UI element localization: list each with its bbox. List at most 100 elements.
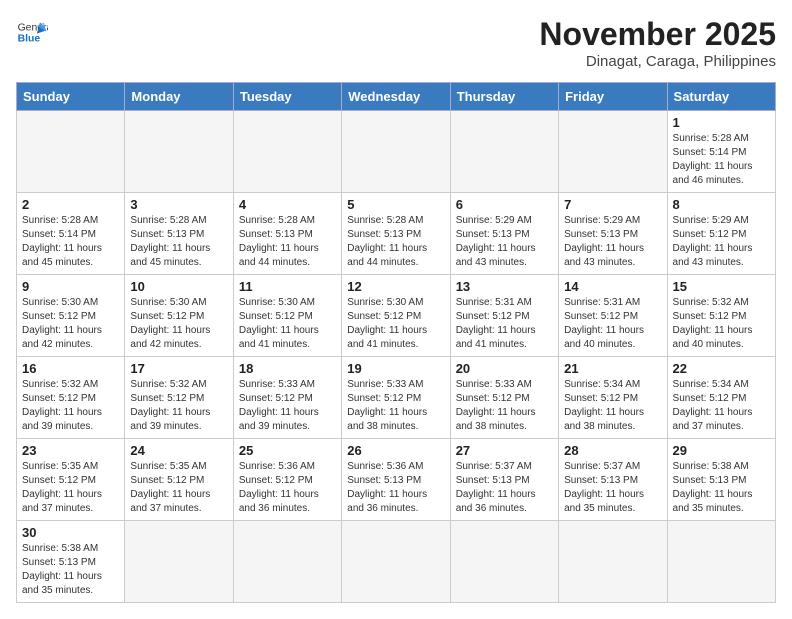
weekday-header-saturday: Saturday bbox=[667, 83, 775, 111]
day-number: 30 bbox=[22, 525, 119, 540]
day-info: Sunrise: 5:31 AM Sunset: 5:12 PM Dayligh… bbox=[456, 296, 553, 352]
calendar-cell: 6 Sunrise: 5:29 AM Sunset: 5:13 PM Daylig… bbox=[450, 193, 558, 275]
calendar-cell: 13 Sunrise: 5:31 AM Sunset: 5:12 PM Dayli… bbox=[450, 275, 558, 357]
day-info: Sunrise: 5:31 AM Sunset: 5:12 PM Dayligh… bbox=[564, 296, 661, 352]
day-info: Sunrise: 5:30 AM Sunset: 5:12 PM Dayligh… bbox=[22, 296, 119, 352]
day-number: 16 bbox=[22, 361, 119, 376]
calendar-cell: 28Sunrise: 5:37 AM Sunset: 5:13 PM Dayli… bbox=[559, 439, 667, 521]
day-info: Sunrise: 5:37 AM Sunset: 5:13 PM Dayligh… bbox=[456, 460, 553, 516]
calendar-cell: 23Sunrise: 5:35 AM Sunset: 5:12 PM Dayli… bbox=[17, 439, 125, 521]
day-info: Sunrise: 5:35 AM Sunset: 5:12 PM Dayligh… bbox=[130, 460, 227, 516]
day-number: 13 bbox=[456, 279, 553, 294]
day-info: Sunrise: 5:38 AM Sunset: 5:13 PM Dayligh… bbox=[673, 460, 770, 516]
day-number: 15 bbox=[673, 279, 770, 294]
calendar-table: SundayMondayTuesdayWednesdayThursdayFrid… bbox=[16, 82, 776, 603]
day-info: Sunrise: 5:35 AM Sunset: 5:12 PM Dayligh… bbox=[22, 460, 119, 516]
calendar-cell: 30Sunrise: 5:38 AM Sunset: 5:13 PM Dayli… bbox=[17, 521, 125, 603]
calendar-cell: 22 Sunrise: 5:34 AM Sunset: 5:12 PM Dayli… bbox=[667, 357, 775, 439]
day-number: 17 bbox=[130, 361, 227, 376]
day-number: 11 bbox=[239, 279, 336, 294]
weekday-header-friday: Friday bbox=[559, 83, 667, 111]
day-info: Sunrise: 5:28 AM Sunset: 5:13 PM Dayligh… bbox=[239, 214, 336, 270]
day-number: 22 bbox=[673, 361, 770, 376]
calendar-cell: 25Sunrise: 5:36 AM Sunset: 5:12 PM Dayli… bbox=[233, 439, 341, 521]
calendar-cell: 16Sunrise: 5:32 AM Sunset: 5:12 PM Dayli… bbox=[17, 357, 125, 439]
calendar-cell bbox=[17, 111, 125, 193]
weekday-header-sunday: Sunday bbox=[17, 83, 125, 111]
day-number: 24 bbox=[130, 443, 227, 458]
day-info: Sunrise: 5:30 AM Sunset: 5:12 PM Dayligh… bbox=[130, 296, 227, 352]
day-info: Sunrise: 5:29 AM Sunset: 5:12 PM Dayligh… bbox=[673, 214, 770, 270]
logo: General Blue bbox=[16, 16, 48, 48]
day-number: 21 bbox=[564, 361, 661, 376]
calendar-cell: 19Sunrise: 5:33 AM Sunset: 5:12 PM Dayli… bbox=[342, 357, 450, 439]
calendar-cell: 27 Sunrise: 5:37 AM Sunset: 5:13 PM Dayli… bbox=[450, 439, 558, 521]
day-number: 29 bbox=[673, 443, 770, 458]
day-info: Sunrise: 5:34 AM Sunset: 5:12 PM Dayligh… bbox=[564, 378, 661, 434]
week-row-2: 2 Sunrise: 5:28 AM Sunset: 5:14 PM Daylig… bbox=[17, 193, 776, 275]
calendar-cell: 2 Sunrise: 5:28 AM Sunset: 5:14 PM Daylig… bbox=[17, 193, 125, 275]
day-number: 12 bbox=[347, 279, 444, 294]
calendar-cell bbox=[233, 521, 341, 603]
logo-icon: General Blue bbox=[16, 16, 48, 48]
calendar-cell: 15Sunrise: 5:32 AM Sunset: 5:12 PM Dayli… bbox=[667, 275, 775, 357]
weekday-header-wednesday: Wednesday bbox=[342, 83, 450, 111]
day-number: 1 bbox=[673, 115, 770, 130]
calendar-cell: 18 Sunrise: 5:33 AM Sunset: 5:12 PM Dayli… bbox=[233, 357, 341, 439]
calendar-cell: 11Sunrise: 5:30 AM Sunset: 5:12 PM Dayli… bbox=[233, 275, 341, 357]
day-info: Sunrise: 5:33 AM Sunset: 5:12 PM Dayligh… bbox=[456, 378, 553, 434]
day-info: Sunrise: 5:28 AM Sunset: 5:14 PM Dayligh… bbox=[22, 214, 119, 270]
day-number: 5 bbox=[347, 197, 444, 212]
day-number: 28 bbox=[564, 443, 661, 458]
calendar-cell: 5 Sunrise: 5:28 AM Sunset: 5:13 PM Daylig… bbox=[342, 193, 450, 275]
day-info: Sunrise: 5:34 AM Sunset: 5:12 PM Dayligh… bbox=[673, 378, 770, 434]
header: General Blue November 2025 Dinagat, Cara… bbox=[16, 16, 776, 70]
day-info: Sunrise: 5:36 AM Sunset: 5:13 PM Dayligh… bbox=[347, 460, 444, 516]
month-title: November 2025 bbox=[539, 16, 776, 53]
calendar-cell bbox=[667, 521, 775, 603]
calendar-cell: 29 Sunrise: 5:38 AM Sunset: 5:13 PM Dayli… bbox=[667, 439, 775, 521]
day-number: 19 bbox=[347, 361, 444, 376]
calendar-cell: 26Sunrise: 5:36 AM Sunset: 5:13 PM Dayli… bbox=[342, 439, 450, 521]
calendar-cell: 14Sunrise: 5:31 AM Sunset: 5:12 PM Dayli… bbox=[559, 275, 667, 357]
calendar-cell bbox=[450, 521, 558, 603]
day-info: Sunrise: 5:28 AM Sunset: 5:13 PM Dayligh… bbox=[347, 214, 444, 270]
calendar-cell bbox=[233, 111, 341, 193]
day-info: Sunrise: 5:29 AM Sunset: 5:13 PM Dayligh… bbox=[564, 214, 661, 270]
calendar-cell: 9Sunrise: 5:30 AM Sunset: 5:12 PM Daylig… bbox=[17, 275, 125, 357]
calendar-cell bbox=[342, 521, 450, 603]
weekday-header-monday: Monday bbox=[125, 83, 233, 111]
calendar-cell bbox=[559, 111, 667, 193]
calendar-cell: 3Sunrise: 5:28 AM Sunset: 5:13 PM Daylig… bbox=[125, 193, 233, 275]
calendar-cell bbox=[559, 521, 667, 603]
day-info: Sunrise: 5:29 AM Sunset: 5:13 PM Dayligh… bbox=[456, 214, 553, 270]
calendar-cell: 7 Sunrise: 5:29 AM Sunset: 5:13 PM Daylig… bbox=[559, 193, 667, 275]
day-info: Sunrise: 5:28 AM Sunset: 5:14 PM Dayligh… bbox=[673, 132, 770, 188]
day-info: Sunrise: 5:36 AM Sunset: 5:12 PM Dayligh… bbox=[239, 460, 336, 516]
day-number: 18 bbox=[239, 361, 336, 376]
day-number: 10 bbox=[130, 279, 227, 294]
calendar-cell bbox=[125, 111, 233, 193]
day-number: 4 bbox=[239, 197, 336, 212]
week-row-6: 30Sunrise: 5:38 AM Sunset: 5:13 PM Dayli… bbox=[17, 521, 776, 603]
day-number: 6 bbox=[456, 197, 553, 212]
weekday-header-row: SundayMondayTuesdayWednesdayThursdayFrid… bbox=[17, 83, 776, 111]
calendar-cell: 12Sunrise: 5:30 AM Sunset: 5:12 PM Dayli… bbox=[342, 275, 450, 357]
calendar-cell: 20 Sunrise: 5:33 AM Sunset: 5:12 PM Dayli… bbox=[450, 357, 558, 439]
calendar-cell bbox=[125, 521, 233, 603]
day-number: 7 bbox=[564, 197, 661, 212]
title-area: November 2025 Dinagat, Caraga, Philippin… bbox=[539, 16, 776, 70]
day-number: 8 bbox=[673, 197, 770, 212]
day-number: 2 bbox=[22, 197, 119, 212]
calendar-cell: 8 Sunrise: 5:29 AM Sunset: 5:12 PM Daylig… bbox=[667, 193, 775, 275]
calendar-cell: 1 Sunrise: 5:28 AM Sunset: 5:14 PM Daylig… bbox=[667, 111, 775, 193]
day-number: 20 bbox=[456, 361, 553, 376]
day-info: Sunrise: 5:33 AM Sunset: 5:12 PM Dayligh… bbox=[239, 378, 336, 434]
location-title: Dinagat, Caraga, Philippines bbox=[539, 53, 776, 70]
svg-text:Blue: Blue bbox=[18, 34, 41, 45]
day-number: 3 bbox=[130, 197, 227, 212]
day-number: 27 bbox=[456, 443, 553, 458]
weekday-header-thursday: Thursday bbox=[450, 83, 558, 111]
calendar-cell bbox=[342, 111, 450, 193]
calendar-cell: 17Sunrise: 5:32 AM Sunset: 5:12 PM Dayli… bbox=[125, 357, 233, 439]
